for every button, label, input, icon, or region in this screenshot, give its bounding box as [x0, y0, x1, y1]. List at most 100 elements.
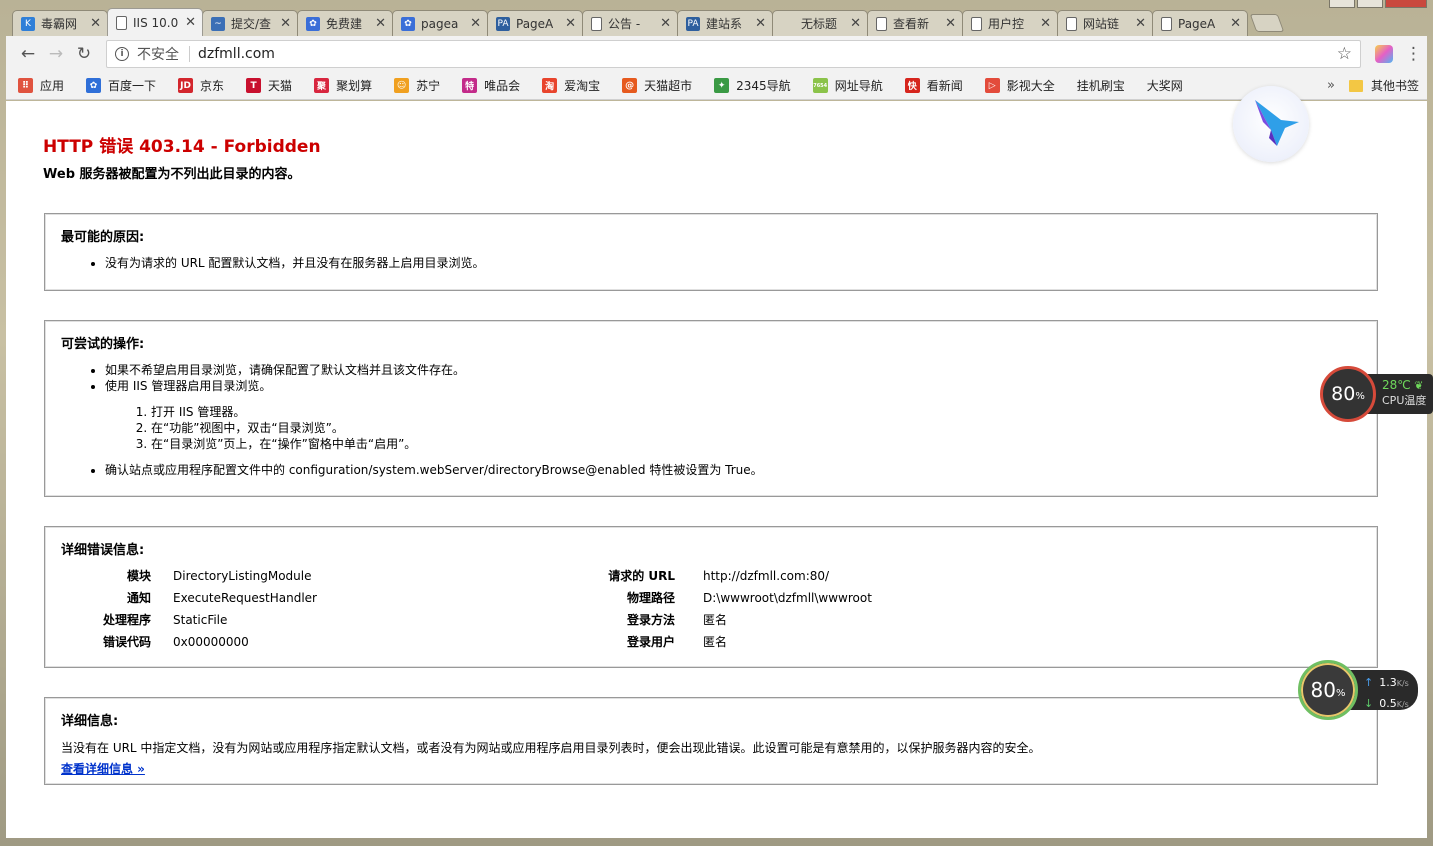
tab-3[interactable]: ✿ 免费建 ✕: [297, 10, 393, 36]
pa-icon: PA: [496, 16, 510, 31]
page-icon: [1066, 16, 1077, 31]
maximize-button[interactable]: [1357, 0, 1383, 8]
info-icon[interactable]: i: [115, 47, 129, 61]
error-subtitle: Web 服务器被配置为不列出此目录的内容。: [43, 167, 301, 182]
bookmark-item[interactable]: 挂机刷宝: [12, 77, 1125, 187]
bookmark-item[interactable]: 大奖网: [12, 77, 1183, 187]
bookmark-label: 影视大全: [1006, 79, 1055, 93]
bird-assistant-icon[interactable]: [1233, 86, 1309, 162]
memory-gauge: 80%: [1298, 660, 1358, 720]
close-icon[interactable]: ✕: [1040, 16, 1051, 31]
bookmark-label: 苏宁: [416, 79, 441, 93]
taobao-icon: 淘: [542, 78, 558, 93]
tab-1[interactable]: IIS 10.0 ✕: [107, 8, 203, 36]
pa-icon: PA: [686, 16, 700, 31]
close-icon[interactable]: ✕: [185, 15, 196, 30]
detail-value: http://dzfmll.com:80/: [703, 569, 830, 583]
address-bar[interactable]: i 不安全 dzfmll.com ☆: [106, 40, 1361, 68]
details-table: 模块 DirectoryListingModule 请求的 URL http:/…: [61, 568, 1361, 650]
extension-icon[interactable]: [1375, 45, 1393, 63]
bookmark-item[interactable]: 特唯品会: [462, 77, 520, 94]
close-icon[interactable]: ✕: [470, 16, 481, 31]
bookmark-item[interactable]: 聚聚划算: [314, 77, 372, 94]
actions-section: 可尝试的操作: 如果不希望启用目录浏览，请确保配置了默认文档并且该文件存在。 使…: [44, 320, 1378, 497]
close-icon[interactable]: ✕: [755, 16, 766, 31]
page-icon: [1161, 16, 1172, 31]
bookmark-item[interactable]: 快看新闻: [904, 77, 963, 94]
bookmark-item[interactable]: 淘爱淘宝: [542, 77, 600, 94]
juhuasuan-icon: 聚: [314, 78, 330, 93]
details-heading: 详细错误信息:: [61, 543, 145, 558]
security-label[interactable]: 不安全: [137, 44, 179, 64]
detail-value: ExecuteRequestHandler: [173, 591, 317, 605]
detail-key: 通知: [126, 591, 151, 605]
bird-graphic: [1255, 100, 1299, 146]
bookmark-item[interactable]: ⠿ 应用: [18, 77, 64, 94]
download-speed: 0.5: [1379, 697, 1397, 710]
menu-dots-icon[interactable]: ⋮: [1405, 44, 1422, 64]
close-icon[interactable]: ✕: [280, 16, 291, 31]
close-icon[interactable]: ✕: [565, 16, 576, 31]
cpu-temp-value: 28℃: [1382, 378, 1411, 392]
tmall-market-icon: @: [622, 78, 638, 93]
bookmark-item[interactable]: ✿ 百度一下: [86, 77, 156, 94]
more-info-text: 当没有在 URL 中指定文档，没有为网站或应用程序指定默认文档，或者没有为网站或…: [61, 741, 1041, 755]
minimize-button[interactable]: [1329, 0, 1355, 8]
bookmark-item[interactable]: ▷ 影视大全: [984, 77, 1055, 94]
detail-key: 请求的 URL: [608, 569, 675, 583]
cpu-percent: 80: [1331, 383, 1356, 405]
bookmark-item[interactable]: T 天猫: [246, 77, 292, 94]
bookmark-star-icon[interactable]: ☆: [1337, 44, 1352, 64]
other-bookmarks-folder[interactable]: 其他书签: [1348, 77, 1419, 94]
close-icon[interactable]: ✕: [90, 16, 101, 31]
vip-icon: 特: [462, 78, 478, 93]
apps-icon: ⠿: [18, 78, 33, 93]
tab-9[interactable]: 查看新 ✕: [867, 10, 963, 36]
bookmarks-overflow-icon[interactable]: »: [1327, 78, 1335, 93]
detail-value: 匿名: [703, 613, 728, 627]
more-info-link[interactable]: 查看详细信息 »: [61, 760, 145, 777]
detail-value: 匿名: [703, 635, 728, 649]
bookmark-item[interactable]: 7654 网址导航: [812, 77, 883, 94]
tab-2[interactable]: ~ 提交/查 ✕: [202, 10, 298, 36]
upload-unit: K/s: [1396, 679, 1409, 688]
tab-12[interactable]: PageA ✕: [1152, 10, 1248, 36]
jd-icon: JD: [178, 78, 194, 93]
close-window-button[interactable]: [1385, 0, 1427, 8]
tab-4[interactable]: ✿ pagea ✕: [392, 10, 488, 36]
reload-icon[interactable]: ↻: [70, 40, 98, 68]
memory-percent-unit: %: [1335, 687, 1346, 699]
bookmark-item[interactable]: ✦ 2345导航: [714, 77, 791, 94]
tab-11[interactable]: 网站链 ✕: [1057, 10, 1153, 36]
tab-6[interactable]: 公告 - ✕: [582, 10, 678, 36]
tab-title: PageA: [516, 16, 554, 31]
close-icon[interactable]: ✕: [1135, 16, 1146, 31]
new-tab-button[interactable]: [1249, 14, 1285, 32]
tab-5[interactable]: PA PageA ✕: [487, 10, 583, 36]
back-arrow-icon[interactable]: ←: [14, 40, 42, 68]
actions-heading: 可尝试的操作:: [61, 337, 145, 352]
close-icon[interactable]: ✕: [375, 16, 386, 31]
bookmark-item[interactable]: @ 天猫超市: [622, 77, 692, 94]
url-text[interactable]: dzfmll.com: [198, 46, 1337, 62]
tab-0[interactable]: K 毒霸网 ✕: [12, 10, 108, 36]
close-icon[interactable]: ✕: [660, 16, 671, 31]
network-monitor-widget[interactable]: ↑ 1.3K/s ↓ 0.5K/s 80%: [1298, 660, 1418, 720]
tab-10[interactable]: 用户控 ✕: [962, 10, 1058, 36]
forward-arrow-icon[interactable]: →: [42, 40, 70, 68]
bookmark-label: 唯品会: [484, 79, 521, 93]
bookmark-item[interactable]: ☺ 苏宁: [394, 77, 440, 94]
memory-percent: 80: [1310, 678, 1336, 702]
tab-strip: K 毒霸网 ✕ IIS 10.0 ✕ ~ 提交/查 ✕ ✿ 免费建 ✕ ✿ pagea ✕ PA PageA ✕…: [12, 8, 1432, 36]
divider: [189, 46, 190, 62]
cpu-monitor-widget[interactable]: 28℃ ❦ CPU温度 80%: [1320, 366, 1433, 422]
detail-value: DirectoryListingModule: [173, 569, 312, 583]
other-bookmarks-label: 其他书签: [1370, 79, 1419, 93]
close-icon[interactable]: ✕: [945, 16, 956, 31]
close-icon[interactable]: ✕: [850, 16, 861, 31]
close-icon[interactable]: ✕: [1230, 16, 1241, 31]
bookmark-item[interactable]: JD 京东: [178, 77, 224, 94]
tab-7[interactable]: PA 建站系 ✕: [677, 10, 773, 36]
tab-8[interactable]: 无标题 ✕: [772, 10, 868, 36]
cpu-temp-label: CPU温度: [1382, 394, 1427, 407]
